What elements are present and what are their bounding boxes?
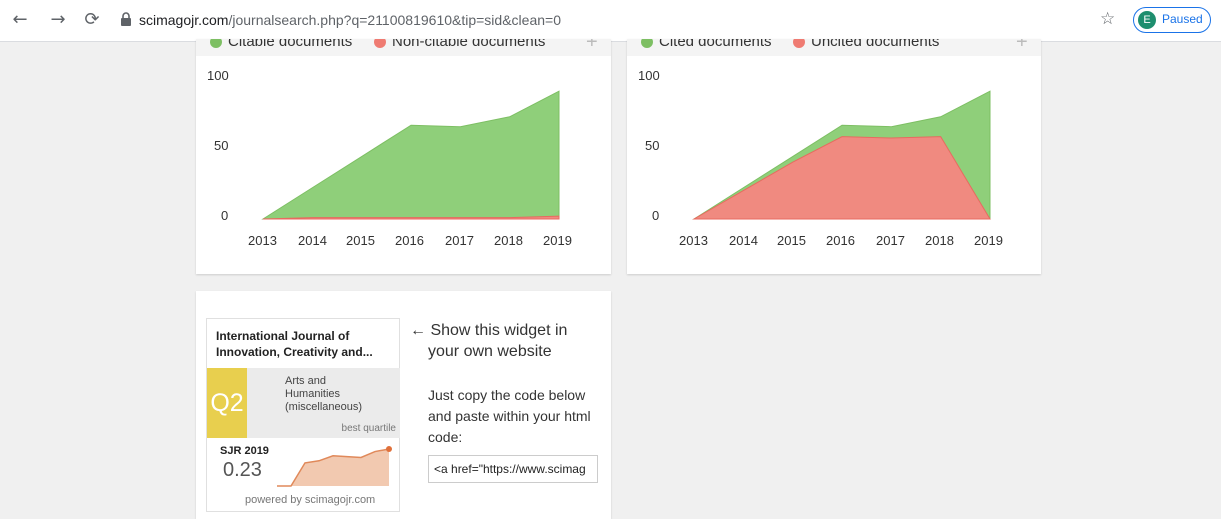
browser-toolbar: ← → ⟳ scimagojr.com/journalsearch.php?q=… bbox=[0, 0, 1221, 42]
instructions-line: Just copy the code below bbox=[428, 387, 586, 403]
profile-status: Paused bbox=[1162, 12, 1203, 26]
x-tick-label: 2016 bbox=[395, 233, 424, 248]
address-bar[interactable]: scimagojr.com/journalsearch.php?q=211008… bbox=[139, 10, 561, 30]
category-line: (miscellaneous) bbox=[285, 401, 363, 413]
reload-icon[interactable]: ⟳ bbox=[81, 9, 103, 31]
x-tick-label: 2013 bbox=[679, 233, 708, 248]
x-tick-label: 2018 bbox=[925, 233, 954, 248]
x-tick-label: 2013 bbox=[248, 233, 277, 248]
category-box: Arts and Humanities (miscellaneous) best… bbox=[247, 368, 400, 438]
sparkline-end-dot bbox=[386, 446, 392, 453]
copy-code-instructions: Just copy the code below and paste withi… bbox=[428, 385, 591, 448]
powered-by-label: powered by scimagojr.com bbox=[245, 494, 376, 506]
x-tick-label: 2019 bbox=[974, 233, 1003, 248]
sjr-widget[interactable]: International Journal of Innovation, Cre… bbox=[206, 318, 400, 512]
profile-button[interactable]: E Paused bbox=[1133, 7, 1211, 33]
category-text: Arts and Humanities (miscellaneous) bbox=[285, 375, 362, 414]
x-tick-label: 2015 bbox=[777, 233, 806, 248]
sjr-year-label: SJR 2019 bbox=[220, 445, 269, 457]
instructions-line: ← Show this widget in bbox=[410, 322, 568, 339]
lock-icon bbox=[121, 12, 131, 26]
x-tick-label: 2016 bbox=[826, 233, 855, 248]
category-line: Humanities bbox=[285, 388, 341, 400]
url-path: /journalsearch.php?q=21100819610&tip=sid… bbox=[228, 12, 561, 28]
url-host: scimagojr.com bbox=[139, 12, 229, 28]
instructions-line: and paste within your html bbox=[428, 408, 591, 424]
category-line: Arts and bbox=[285, 375, 326, 387]
widget-instructions-heading: ← Show this widget in your own website bbox=[410, 320, 567, 362]
back-arrow-icon[interactable]: ← bbox=[9, 9, 31, 31]
x-tick-label: 2017 bbox=[445, 233, 474, 248]
star-icon[interactable]: ☆ bbox=[1100, 9, 1115, 29]
area-series-citable-documents[interactable] bbox=[261, 90, 560, 220]
best-quartile-label: best quartile bbox=[341, 423, 396, 434]
cited-chart-card: Cited documents Uncited documents + 100 … bbox=[627, 39, 1041, 274]
x-tick-label: 2014 bbox=[729, 233, 758, 248]
sjr-sparkline bbox=[277, 446, 392, 487]
x-tick-label: 2017 bbox=[876, 233, 905, 248]
x-tick-label: 2015 bbox=[346, 233, 375, 248]
x-tick-label: 2014 bbox=[298, 233, 327, 248]
instructions-line: code: bbox=[428, 429, 463, 445]
forward-arrow-icon[interactable]: → bbox=[47, 9, 69, 31]
widget-journal-title: International Journal of Innovation, Cre… bbox=[216, 329, 373, 359]
quartile-badge: Q2 bbox=[207, 368, 247, 438]
instructions-line: your own website bbox=[428, 343, 552, 360]
x-tick-label: 2018 bbox=[494, 233, 523, 248]
area-series-uncited-documents[interactable] bbox=[692, 136, 991, 220]
embed-code-field[interactable] bbox=[428, 455, 598, 483]
x-tick-label: 2019 bbox=[543, 233, 572, 248]
avatar: E bbox=[1138, 11, 1156, 29]
citable-chart-card: Citable documents Non-citable documents … bbox=[196, 39, 611, 274]
sjr-value: 0.23 bbox=[223, 459, 262, 481]
